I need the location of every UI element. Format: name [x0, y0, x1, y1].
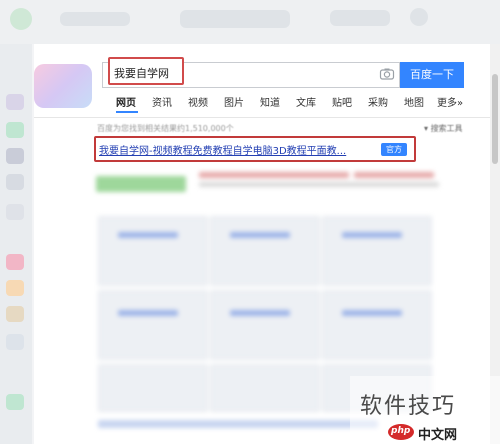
blurred-link — [342, 232, 402, 238]
blurred-grid-cell — [210, 216, 320, 286]
browser-sidebar — [0, 44, 32, 444]
blurred-text-line — [199, 172, 349, 178]
blurred-link — [230, 232, 290, 238]
blurred-grid-cell — [322, 216, 432, 286]
blurred-grid-cell — [210, 290, 320, 360]
tab-web[interactable]: 网页 — [116, 94, 136, 109]
active-tab-indicator — [116, 111, 138, 113]
scrollbar-thumb[interactable] — [492, 74, 498, 164]
blurred-grid-cell — [98, 290, 208, 360]
php-logo-text: php — [391, 426, 411, 436]
official-badge: 官方 — [381, 143, 407, 156]
search-query-text[interactable]: 我要自学网 — [108, 57, 184, 85]
tab-zhidao[interactable]: 知道 — [260, 94, 280, 109]
blurred-thumbnail — [96, 176, 186, 192]
nav-divider — [34, 117, 490, 118]
blurred-link — [230, 310, 290, 316]
blurred-grid-cell — [210, 364, 320, 412]
blurred-grid-cell — [322, 290, 432, 360]
sidebar-chip[interactable] — [6, 174, 24, 190]
tab-images[interactable]: 图片 — [224, 94, 244, 109]
sidebar-chip[interactable] — [6, 394, 24, 410]
blurred-toolbar-item — [60, 12, 130, 26]
tab-caigou[interactable]: 采购 — [368, 94, 388, 109]
blurred-link — [342, 310, 402, 316]
blurred-toolbar-item — [10, 8, 32, 30]
blurred-text-line — [354, 172, 434, 178]
tab-wenku[interactable]: 文库 — [296, 94, 316, 109]
tab-map[interactable]: 地图 — [404, 94, 424, 109]
blurred-grid-cell — [98, 364, 208, 412]
tab-tieba[interactable]: 贴吧 — [332, 94, 352, 109]
funnel-icon: ▾ — [424, 124, 429, 133]
tab-video[interactable]: 视频 — [188, 94, 208, 109]
watermark-text: 软件技巧 — [360, 394, 457, 419]
sidebar-chip[interactable] — [6, 204, 24, 220]
blurred-link — [118, 232, 178, 238]
sidebar-chip[interactable] — [6, 280, 24, 296]
sidebar-chip[interactable] — [6, 122, 24, 138]
tab-more[interactable]: 更多» — [437, 94, 463, 109]
search-tools-button[interactable]: ▾ 搜索工具 — [424, 123, 463, 134]
sidebar-chip[interactable] — [6, 306, 24, 322]
blurred-link — [118, 310, 178, 316]
blurred-toolbar-item — [180, 10, 290, 28]
sidebar-chip[interactable] — [6, 254, 24, 270]
tab-news[interactable]: 资讯 — [152, 94, 172, 109]
php-cn-logo-text: 中文网 — [418, 428, 458, 443]
sidebar-chip[interactable] — [6, 334, 24, 350]
camera-icon[interactable] — [379, 66, 395, 82]
blurred-toolbar-item — [410, 8, 428, 26]
blurred-grid-cell — [98, 216, 208, 286]
sidebar-chip[interactable] — [6, 94, 24, 110]
first-result-title-link[interactable]: 我要自学网-视频教程免费教程自学电脑3D教程平面教... — [99, 142, 346, 157]
result-count: 百度为您找到相关结果约1,510,000个 — [97, 124, 234, 133]
search-button[interactable]: 百度一下 — [400, 62, 464, 88]
browser-top-bar — [0, 0, 500, 44]
search-tools-label: 搜索工具 — [430, 124, 463, 133]
blurred-toolbar-item — [330, 10, 390, 26]
blurred-text-line — [98, 420, 378, 428]
blurred-text-line — [199, 182, 439, 187]
sidebar-chip[interactable] — [6, 148, 24, 164]
site-logo[interactable] — [34, 64, 92, 108]
